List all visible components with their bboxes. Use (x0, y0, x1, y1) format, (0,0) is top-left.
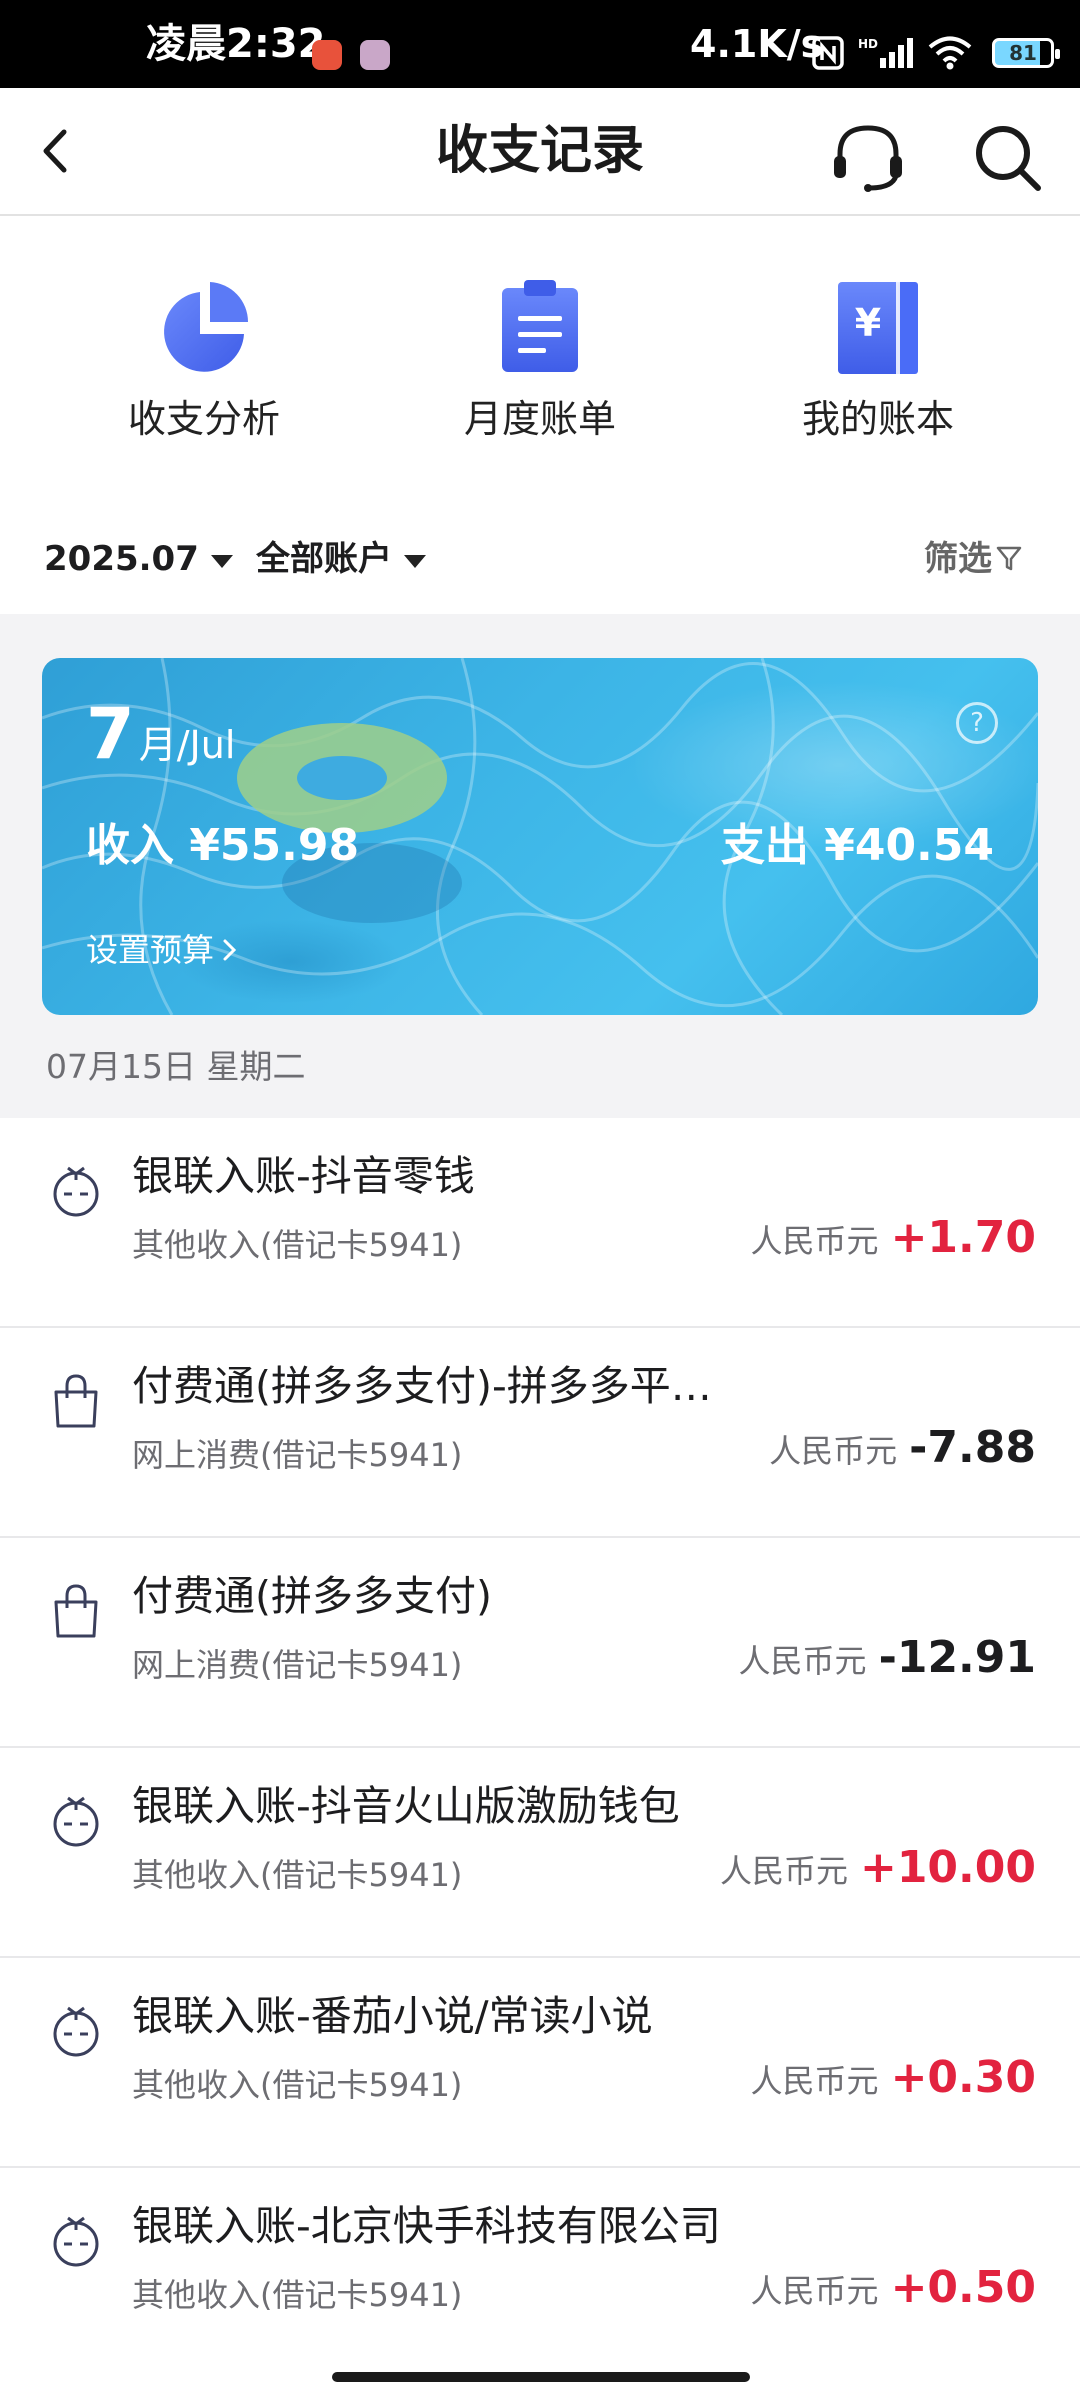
top-nav-bar: 收支记录 (0, 88, 1080, 216)
filter-bar: 2025.07 全部账户 筛选 (0, 510, 1080, 610)
transaction-row[interactable]: 银联入账-抖音火山版激励钱包 其他收入(借记卡5941) 人民币元 +10.00 (0, 1748, 1080, 1958)
currency-label: 人民币元 (750, 2272, 879, 2310)
svg-text:¥: ¥ (855, 301, 881, 345)
nfc-icon (812, 36, 844, 70)
income-total: 收入 ¥55.98 (86, 820, 360, 871)
chevron-right-icon (223, 939, 237, 961)
transaction-category: 其他收入(借记卡5941) (132, 2276, 463, 2314)
search-icon[interactable] (972, 122, 1044, 194)
transaction-name: 付费通(拼多多支付)-拼多多平… (132, 1362, 712, 1410)
account-value: 全部账户 (256, 539, 392, 579)
income-expense-analysis-entry[interactable]: 收支分析 (64, 278, 344, 444)
currency-label: 人民币元 (738, 1642, 867, 1680)
amount-value: -12.91 (878, 1632, 1036, 1683)
transaction-amount: 人民币元 -7.88 (769, 1422, 1036, 1473)
transaction-category: 其他收入(借记卡5941) (132, 1226, 463, 1264)
transaction-row[interactable]: 付费通(拼多多支付) 网上消费(借记卡5941) 人民币元 -12.91 (0, 1538, 1080, 1748)
transaction-category: 网上消费(借记卡5941) (132, 1436, 463, 1474)
currency-label: 人民币元 (719, 1852, 848, 1890)
income-icon (53, 1166, 99, 1217)
set-budget-link[interactable]: 设置预算 (86, 928, 240, 972)
my-ledger-entry[interactable]: ¥ 我的账本 (738, 278, 1018, 444)
pie-chart-icon (164, 282, 249, 372)
income-icon (53, 1796, 99, 1847)
transaction-amount: 人民币元 +0.50 (751, 2262, 1036, 2313)
transaction-name: 银联入账-北京快手科技有限公司 (132, 2202, 721, 2250)
summary-section: 7 月/Jul ? 收入 ¥55.98 支出 ¥40.54 设置预算 07月15… (0, 614, 1080, 1118)
battery-level: 81 (1009, 41, 1037, 65)
filter-button[interactable]: 筛选 (924, 534, 1022, 584)
month-selector[interactable]: 2025.07 (44, 534, 233, 584)
transaction-name: 银联入账-抖音火山版激励钱包 (132, 1782, 680, 1830)
caret-down-icon (404, 554, 426, 568)
status-time: 凌晨2:32 (146, 21, 326, 67)
shopping-bag-icon (54, 1374, 98, 1428)
caret-down-icon (210, 554, 233, 568)
wifi-icon (928, 36, 972, 70)
app-notification-icon (360, 40, 390, 70)
amount-value: +0.30 (890, 2052, 1036, 2103)
month-value: 2025.07 (44, 539, 199, 579)
transaction-amount: 人民币元 +1.70 (751, 1212, 1036, 1263)
account-selector[interactable]: 全部账户 (256, 534, 426, 584)
amount-value: +1.70 (890, 1212, 1036, 1263)
currency-label: 人民币元 (750, 1222, 879, 1260)
headset-icon[interactable] (830, 122, 906, 192)
transaction-row[interactable]: 银联入账-北京快手科技有限公司 其他收入(借记卡5941) 人民币元 +0.50 (0, 2168, 1080, 2378)
transaction-row[interactable]: 银联入账-抖音零钱 其他收入(借记卡5941) 人民币元 +1.70 (0, 1118, 1080, 1328)
currency-label: 人民币元 (769, 1432, 898, 1470)
income-icon (53, 2006, 99, 2057)
amount-value: +0.50 (890, 2262, 1036, 2313)
transaction-amount: 人民币元 -12.91 (739, 1632, 1036, 1683)
home-indicator[interactable] (332, 2372, 750, 2382)
transaction-row[interactable]: 银联入账-番茄小说/常读小说 其他收入(借记卡5941) 人民币元 +0.30 (0, 1958, 1080, 2168)
funnel-icon (996, 546, 1022, 571)
entry-label: 我的账本 (801, 397, 954, 441)
transaction-category: 网上消费(借记卡5941) (132, 1646, 463, 1684)
help-icon[interactable]: ? (956, 702, 998, 744)
system-icons: HD 81 (812, 36, 1060, 70)
signal-icon: HD (858, 37, 913, 68)
entry-label: 月度账单 (463, 397, 616, 441)
currency-label: 人民币元 (750, 2062, 879, 2100)
clipboard-icon (502, 280, 578, 372)
battery-icon: 81 (992, 38, 1060, 68)
month-number: 7 (86, 693, 135, 775)
shopping-bag-icon (54, 1584, 98, 1638)
svg-text:HD: HD (858, 37, 878, 51)
transaction-name: 银联入账-抖音零钱 (132, 1152, 475, 1200)
page-title: 收支记录 (435, 121, 644, 181)
income-icon (53, 2216, 99, 2267)
monthly-summary-card: 7 月/Jul ? 收入 ¥55.98 支出 ¥40.54 设置预算 (42, 658, 1038, 1015)
ledger-book-icon: ¥ (838, 282, 918, 374)
network-speed: 4.1K/s (690, 22, 824, 66)
amount-value: +10.00 (859, 1842, 1036, 1893)
transaction-category: 其他收入(借记卡5941) (132, 1856, 463, 1894)
summary-month: 7 月/Jul (86, 696, 235, 772)
month-unit: 月/Jul (138, 723, 236, 767)
transaction-category: 其他收入(借记卡5941) (132, 2066, 463, 2104)
amount-value: -7.88 (909, 1422, 1036, 1473)
monthly-bill-entry[interactable]: 月度账单 (400, 278, 680, 444)
transaction-name: 银联入账-番茄小说/常读小说 (132, 1992, 653, 2040)
notification-icons (312, 40, 390, 70)
expense-total: 支出 ¥40.54 (720, 820, 994, 871)
transaction-amount: 人民币元 +0.30 (751, 2052, 1036, 2103)
budget-label: 设置预算 (86, 931, 215, 969)
transaction-amount: 人民币元 +10.00 (720, 1842, 1036, 1893)
transaction-row[interactable]: 付费通(拼多多支付)-拼多多平… 网上消费(借记卡5941) 人民币元 -7.88 (0, 1328, 1080, 1538)
status-bar: 凌晨2:32 4.1K/s HD 81 (0, 0, 1080, 88)
transaction-name: 付费通(拼多多支付) (132, 1572, 492, 1620)
entry-label: 收支分析 (127, 397, 280, 441)
filter-label: 筛选 (924, 539, 992, 579)
transaction-list: 银联入账-抖音零钱 其他收入(借记卡5941) 人民币元 +1.70 付费通(拼多… (0, 1118, 1080, 2378)
app-notification-icon (312, 40, 342, 70)
date-header: 07月15日 星期二 (46, 1047, 306, 1086)
